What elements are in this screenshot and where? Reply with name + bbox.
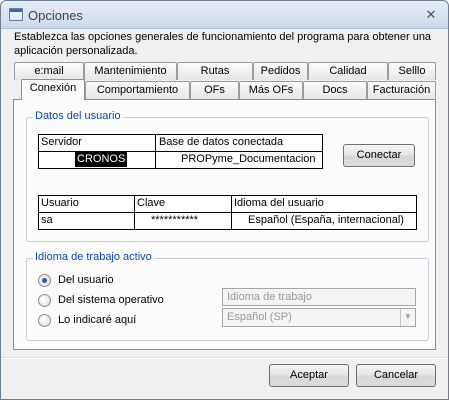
conectar-button[interactable]: Conectar xyxy=(343,144,415,167)
user-grid: Usuario Clave Idioma del usuario sa ****… xyxy=(38,195,417,230)
tab-panel-conexion: Datos del usuario Servidor Base de datos… xyxy=(13,99,436,350)
tab-email[interactable]: e:mail xyxy=(14,62,84,80)
tab-mas-ofs[interactable]: Más OFs xyxy=(239,81,303,99)
cancelar-button[interactable]: Cancelar xyxy=(356,364,436,387)
tab-rutas[interactable]: Rutas xyxy=(177,62,253,80)
idioma-trabajo-combo: Español (SP) ▼ xyxy=(222,308,416,327)
db-header: Base de datos conectada xyxy=(159,136,284,148)
tab-label: Más OFs xyxy=(248,84,294,96)
tab-label: Docs xyxy=(322,84,348,96)
tab-pedidos[interactable]: Pedidos xyxy=(253,62,308,80)
title-bar[interactable]: Opciones ✕ xyxy=(1,1,448,29)
intro-text: Establezca las opciones generales de fun… xyxy=(14,31,432,57)
idioma-trabajo-legend: Idioma de trabajo activo xyxy=(33,251,154,263)
footer-divider-highlight xyxy=(1,358,448,359)
idioma-trabajo-field: Idioma de trabajo xyxy=(222,288,416,306)
user-value[interactable]: sa xyxy=(41,213,53,228)
tab-label: Facturación xyxy=(372,84,431,96)
aceptar-button[interactable]: Aceptar xyxy=(269,364,349,387)
radio-selected-icon xyxy=(38,274,51,287)
radio-label: Lo indicaré aquí xyxy=(58,314,137,326)
tab-facturacion[interactable]: Facturación xyxy=(367,81,436,99)
server-value[interactable]: CRONOS xyxy=(75,152,128,167)
db-value[interactable]: PROPyme_Documentacion xyxy=(181,152,316,167)
radio-unselected-icon xyxy=(38,294,51,307)
tab-label: OFs xyxy=(204,84,225,96)
tab-label: Selllo xyxy=(398,65,426,77)
tab-docs[interactable]: Docs xyxy=(303,81,367,99)
radio-unselected-icon xyxy=(38,314,51,327)
tab-label: Comportamiento xyxy=(96,84,179,96)
password-header: Clave xyxy=(137,197,166,209)
tab-mantenimiento[interactable]: Mantenimiento xyxy=(84,62,177,80)
datos-usuario-legend: Datos del usuario xyxy=(33,110,123,122)
tab-label: Rutas xyxy=(200,65,230,77)
language-value[interactable]: Español (España, internacional) xyxy=(248,213,404,228)
options-dialog: Opciones ✕ Establezca las opciones gener… xyxy=(0,0,449,400)
tab-label: Conexión xyxy=(29,82,77,94)
window-title: Opciones xyxy=(28,8,83,23)
radio-label: Del sistema operativo xyxy=(58,294,164,306)
server-grid: Servidor Base de datos conectada CRONOS … xyxy=(38,134,323,169)
tab-ofs[interactable]: OFs xyxy=(190,81,239,99)
password-value[interactable]: *********** xyxy=(151,213,198,228)
combo-value: Español (SP) xyxy=(227,311,292,323)
tab-conexion[interactable]: Conexión xyxy=(21,79,85,100)
tab-label: Mantenimiento xyxy=(94,65,167,77)
datos-usuario-group: Datos del usuario Servidor Base de datos… xyxy=(26,110,429,242)
app-window-icon xyxy=(9,8,23,21)
chevron-down-icon: ▼ xyxy=(400,309,415,326)
language-header: Idioma del usuario xyxy=(234,197,324,209)
tab-sello[interactable]: Selllo xyxy=(388,62,436,80)
close-button[interactable]: ✕ xyxy=(422,7,440,23)
tab-comportamiento[interactable]: Comportamiento xyxy=(85,81,190,99)
tab-calidad[interactable]: Calidad xyxy=(308,62,388,80)
idioma-trabajo-group: Idioma de trabajo activo Del usuario Del… xyxy=(26,251,429,341)
tab-label: Pedidos xyxy=(260,65,301,77)
user-header: Usuario xyxy=(41,197,79,209)
radio-label: Del usuario xyxy=(58,274,114,286)
tab-label: Calidad xyxy=(329,65,367,77)
tab-label: e:mail xyxy=(34,65,64,77)
server-header: Servidor xyxy=(41,136,82,148)
